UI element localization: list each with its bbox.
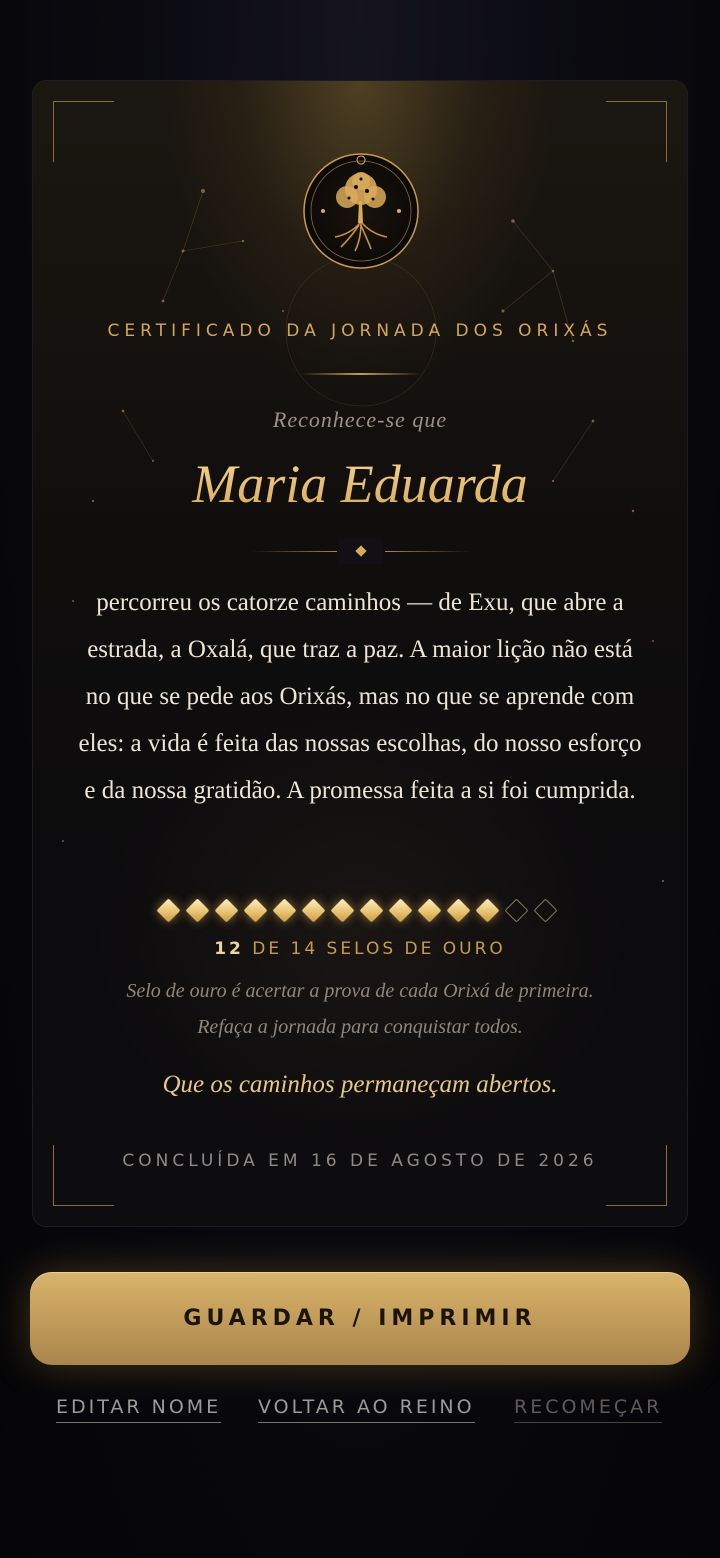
recognition-intro: Reconhece-se que [272, 407, 448, 432]
corner-ornament-top-left [53, 101, 114, 162]
empty-seal-icon [505, 897, 529, 925]
tree-of-life-emblem-icon [303, 153, 419, 269]
seal-note: Selo de ouro é acertar a prova de cada O… [73, 973, 647, 1045]
name-divider [251, 539, 471, 565]
title-divider [301, 373, 421, 375]
seal-count: 12 DE 14 SELOS DE OURO [33, 939, 687, 959]
blessing-text: Que os caminhos permaneçam abertos. [162, 1071, 558, 1098]
gold-seal-icon [302, 897, 326, 925]
gold-seals-row [157, 897, 567, 925]
gold-seal-icon [418, 897, 442, 925]
back-to-realm-link[interactable]: VOLTAR AO REINO [258, 1396, 475, 1423]
gold-seal-icon [331, 897, 355, 925]
certificate-card: CERTIFICADO DA JORNADA DOS ORIXÁS Reconh… [32, 80, 688, 1227]
gold-seal-icon [244, 897, 268, 925]
restart-link[interactable]: RECOMEÇAR [514, 1396, 663, 1423]
seal-note-line-1: Selo de ouro é acertar a prova de cada O… [126, 980, 594, 1002]
divider-line-left [251, 551, 337, 552]
certificate-message: percorreu os catorze caminhos — de Exu, … [78, 589, 642, 804]
certificate-title: CERTIFICADO DA JORNADA DOS ORIXÁS [107, 321, 613, 341]
gold-seal-icon [447, 897, 471, 925]
save-print-label: GUARDAR / IMPRIMIR [183, 1306, 537, 1331]
divider-line-right [385, 551, 471, 552]
seal-note-line-2: Refaça a jornada para conquistar todos. [197, 1016, 523, 1038]
gold-seal-icon [389, 897, 413, 925]
edit-name-link[interactable]: EDITAR NOME [56, 1396, 222, 1423]
gold-seal-icon [157, 897, 181, 925]
save-print-button[interactable]: GUARDAR / IMPRIMIR [30, 1272, 690, 1365]
empty-seal-icon [534, 897, 558, 925]
completion-date: CONCLUÍDA EM 16 DE AGOSTO DE 2026 [122, 1151, 598, 1171]
gold-seal-icon [273, 897, 297, 925]
seal-count-label: DE 14 SELOS DE OURO [252, 939, 506, 959]
gold-seal-icon [476, 897, 500, 925]
gold-seal-icon [186, 897, 210, 925]
gold-seal-icon [215, 897, 239, 925]
recipient-name: Maria Eduarda [33, 453, 687, 515]
footer-links: EDITAR NOME VOLTAR AO REINO RECOMEÇAR [0, 1396, 720, 1430]
seal-count-earned: 12 [214, 939, 244, 959]
corner-ornament-top-right [606, 101, 667, 162]
gold-seal-icon [360, 897, 384, 925]
